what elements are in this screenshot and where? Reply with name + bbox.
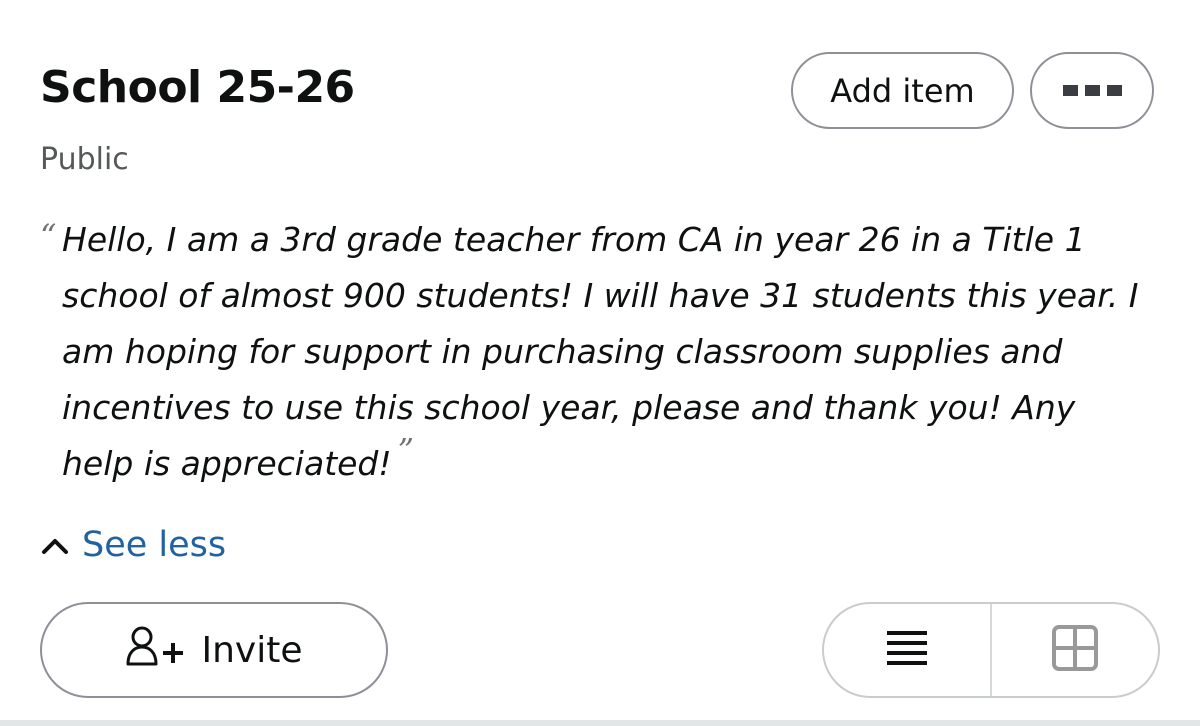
see-less-label: See less bbox=[82, 525, 227, 565]
open-quote-mark: “ bbox=[40, 217, 57, 255]
view-toggle bbox=[822, 602, 1160, 698]
list-description: “ Hello, I am a 3rd grade teacher from C… bbox=[40, 212, 1150, 492]
grid-view-icon bbox=[1051, 624, 1099, 676]
see-less-link[interactable]: See less bbox=[40, 522, 226, 568]
more-icon bbox=[1062, 85, 1078, 96]
add-person-icon bbox=[125, 626, 189, 675]
add-item-button[interactable]: Add item bbox=[791, 52, 1014, 129]
chevron-up-icon bbox=[40, 522, 70, 568]
grid-view-button[interactable] bbox=[990, 604, 1158, 696]
invite-label: Invite bbox=[201, 629, 303, 671]
more-icon bbox=[1084, 85, 1100, 96]
more-options-button[interactable] bbox=[1030, 52, 1154, 129]
more-icon bbox=[1106, 85, 1122, 96]
list-header-panel: School 25-26 Add item Public “ Hello, I … bbox=[0, 0, 1200, 726]
description-text: Hello, I am a 3rd grade teacher from CA … bbox=[62, 220, 1139, 483]
close-quote-mark: ” bbox=[397, 431, 414, 469]
list-title: School 25-26 bbox=[40, 62, 355, 113]
divider bbox=[0, 720, 1200, 726]
invite-button[interactable]: Invite bbox=[40, 602, 388, 698]
list-visibility: Public bbox=[40, 142, 129, 177]
list-view-icon bbox=[885, 628, 929, 672]
list-view-button[interactable] bbox=[824, 604, 990, 696]
